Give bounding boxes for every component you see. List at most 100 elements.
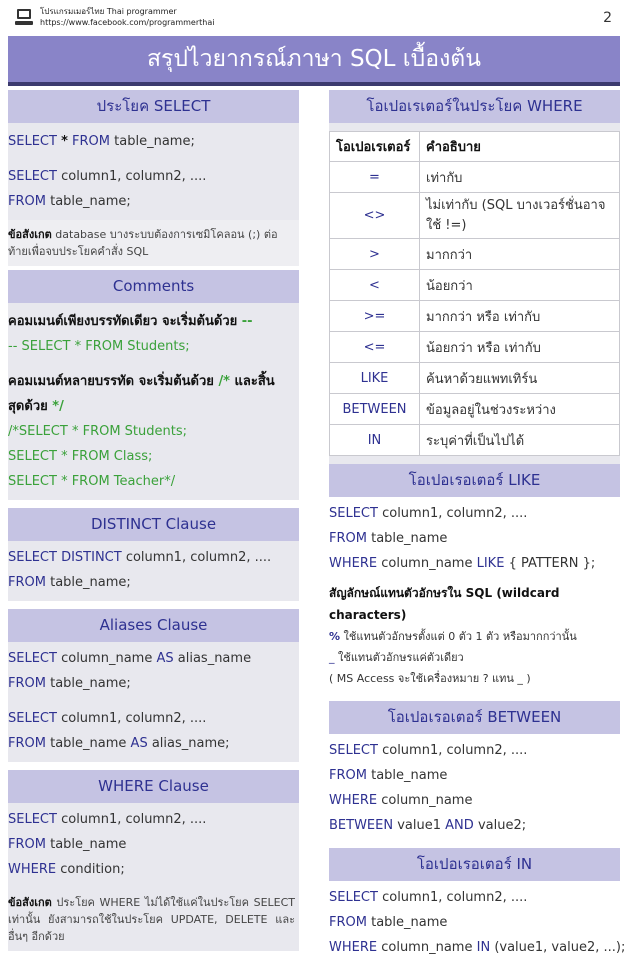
description-cell: มากกว่า bbox=[419, 238, 620, 270]
code-text: column_name bbox=[381, 556, 473, 571]
code-line: WHERE column_name LIKE { PATTERN }; bbox=[329, 551, 620, 576]
operator-cell: >= bbox=[329, 300, 420, 332]
description-cell: น้อยกว่า bbox=[419, 269, 620, 301]
label-text: สุดด้วย bbox=[8, 399, 48, 414]
code-text: column_name bbox=[61, 651, 153, 666]
code-text: table_name; bbox=[50, 676, 131, 691]
code-text: { PATTERN }; bbox=[508, 556, 596, 571]
table-row: BETWEEN ข้อมูลอยู่ในช่วงระหว่าง bbox=[329, 393, 620, 425]
note-text: ประโยค WHERE ไม่ได้ใช้แค่ในประโยค SELECT… bbox=[8, 896, 296, 943]
wildcard-text: ใช้แทนตัวอักษรตั้งแต่ 0 ตัว 1 ตัว หรือมา… bbox=[343, 630, 577, 643]
kw-select-distinct: SELECT DISTINCT bbox=[8, 550, 122, 565]
comment-mark: -- bbox=[241, 314, 253, 329]
kw-from: FROM bbox=[8, 194, 46, 209]
note-label: ข้อสังเกต bbox=[8, 228, 52, 241]
code-text: column1, column2, .... bbox=[61, 169, 207, 184]
comment-mark: /* bbox=[218, 374, 230, 389]
code-line: SELECT column1, column2, .... bbox=[329, 738, 620, 763]
comments-heading: Comments bbox=[8, 270, 299, 303]
code-line: WHERE condition; bbox=[8, 857, 299, 882]
kw-select: SELECT bbox=[329, 890, 378, 905]
kw-from: FROM bbox=[329, 768, 367, 783]
code-line: SELECT * FROM table_name; bbox=[8, 129, 299, 154]
in-heading: โอเปอเรอเตอร์ IN bbox=[329, 848, 620, 881]
code-line: FROM table_name; bbox=[8, 189, 299, 214]
description-cell: มากกว่า หรือ เท่ากับ bbox=[419, 300, 620, 332]
comments-body: คอมเมนต์เพียงบรรทัดเดียว จะเริ่มต้นด้วย … bbox=[8, 303, 299, 500]
code-text: column1, column2, .... bbox=[61, 711, 207, 726]
where-heading: WHERE Clause bbox=[8, 770, 299, 803]
table-row: <= น้อยกว่า หรือ เท่ากับ bbox=[329, 331, 620, 363]
kw-select: SELECT bbox=[8, 134, 57, 149]
code-line: FROM table_name bbox=[8, 832, 299, 857]
table-row: >= มากกว่า หรือ เท่ากับ bbox=[329, 300, 620, 332]
page-title: สรุปไวยากรณ์ภาษา SQL เบื้องต้น bbox=[147, 46, 481, 72]
code-line: SELECT column_name AS alias_name bbox=[8, 646, 299, 671]
select-heading: ประโยค SELECT bbox=[8, 90, 299, 123]
operator-cell: BETWEEN bbox=[329, 393, 420, 425]
left-column: ประโยค SELECT SELECT * FROM table_name; … bbox=[8, 90, 299, 951]
code-line: FROM table_name; bbox=[8, 671, 299, 696]
kw-from: FROM bbox=[8, 676, 46, 691]
code-text: (value1, value2, ...); bbox=[494, 940, 626, 955]
kw-select: SELECT bbox=[8, 711, 57, 726]
description-cell: ไม่เท่ากับ (SQL บางเวอร์ชั่นอาจใช้ !=) bbox=[419, 192, 620, 239]
code-line: SELECT column1, column2, .... bbox=[8, 164, 299, 189]
kw-select: SELECT bbox=[8, 812, 57, 827]
msaccess-note: ( MS Access จะใช้เครื่องหมาย ? แทน _ ) bbox=[329, 672, 531, 685]
kw-between: BETWEEN bbox=[329, 818, 394, 833]
site-url[interactable]: https://www.facebook.com/programmerthai bbox=[40, 17, 214, 28]
single-comment-example: -- SELECT * FROM Students; bbox=[8, 339, 190, 354]
table-row: IN ระบุค่าที่เป็นไปได้ bbox=[329, 424, 620, 456]
in-body: SELECT column1, column2, .... FROM table… bbox=[329, 881, 625, 960]
select-note: ข้อสังเกต database บางระบบต้องการเซมิโคล… bbox=[8, 220, 299, 266]
code-text: column1, column2, .... bbox=[382, 743, 528, 758]
distinct-heading: DISTINCT Clause bbox=[8, 508, 299, 541]
kw-where: WHERE bbox=[8, 862, 57, 877]
multi-comment-example: SELECT * FROM Teacher*/ bbox=[8, 474, 176, 489]
like-heading: โอเปอเรอเตอร์ LIKE bbox=[329, 464, 620, 497]
table-row: <> ไม่เท่ากับ (SQL บางเวอร์ชั่นอาจใช้ !=) bbox=[329, 192, 620, 239]
code-line: FROM table_name bbox=[329, 763, 620, 788]
wildcard-underscore: _ ใช้แทนตัวอักษรแค่ตัวเดียว bbox=[329, 647, 620, 668]
operator-cell: = bbox=[329, 161, 420, 193]
kw-and: AND bbox=[445, 818, 474, 833]
label-text: คอมเมนต์เพียงบรรทัดเดียว จะเริ่มต้นด้วย bbox=[8, 314, 238, 329]
code-line: SELECT column1, column2, .... bbox=[8, 706, 299, 731]
kw-where: WHERE bbox=[329, 793, 378, 808]
description-cell: เท่ากับ bbox=[419, 161, 620, 193]
page-number: 2 bbox=[603, 10, 612, 26]
code-line: FROM table_name bbox=[329, 910, 620, 935]
operator-cell: <= bbox=[329, 331, 420, 363]
kw-star: * bbox=[61, 134, 68, 149]
operator-cell: LIKE bbox=[329, 362, 420, 394]
multi-comment-example: SELECT * FROM Class; bbox=[8, 449, 153, 464]
code-text: table_name bbox=[371, 768, 448, 783]
kw-from: FROM bbox=[8, 837, 46, 852]
kw-select: SELECT bbox=[8, 651, 57, 666]
description-cell: ข้อมูลอยู่ในช่วงระหว่าง bbox=[419, 393, 620, 425]
code-text: table_name bbox=[371, 915, 448, 930]
table-header-row: โอเปอเรเตอร์ คำอธิบาย bbox=[329, 131, 620, 162]
code-text: table_name; bbox=[114, 134, 195, 149]
code-text: table_name; bbox=[50, 194, 131, 209]
select-body: SELECT * FROM table_name; SELECT column1… bbox=[8, 123, 299, 220]
operator-cell: > bbox=[329, 238, 420, 270]
kw-from: FROM bbox=[8, 736, 46, 751]
note-label: ข้อสังเกต bbox=[8, 896, 52, 909]
wildcard-symbol: % bbox=[329, 630, 341, 643]
code-text: column1, column2, .... bbox=[61, 812, 207, 827]
between-heading: โอเปอเรอเตอร์ BETWEEN bbox=[329, 701, 620, 734]
label-text: และสิ้น bbox=[234, 374, 275, 389]
where-body: SELECT column1, column2, .... FROM table… bbox=[8, 803, 299, 888]
operators-heading: โอเปอเรเตอร์ในประโยค WHERE bbox=[329, 90, 620, 123]
kw-from: FROM bbox=[329, 915, 367, 930]
wildcard-heading: สัญลักษณ์แทนตัวอักษรใน SQL (wildcard cha… bbox=[329, 586, 560, 622]
kw-select: SELECT bbox=[8, 169, 57, 184]
code-line: SELECT column1, column2, .... bbox=[329, 501, 620, 526]
code-text: alias_name bbox=[177, 651, 252, 666]
code-text: column1, column2, .... bbox=[125, 550, 272, 565]
code-text: column1, column2, .... bbox=[382, 506, 528, 521]
code-line: FROM table_name AS alias_name; bbox=[8, 731, 299, 756]
operator-cell: < bbox=[329, 269, 420, 301]
